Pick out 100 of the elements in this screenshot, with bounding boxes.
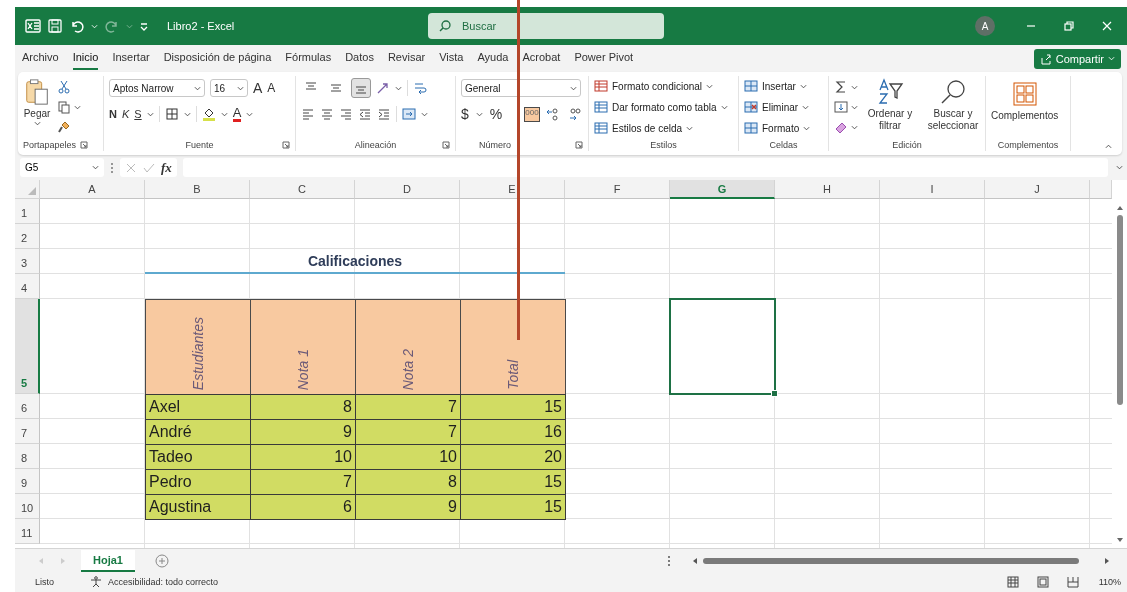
menu-tab[interactable]: Inicio: [72, 47, 99, 70]
spreadsheet-logo-icon[interactable]: [25, 18, 41, 34]
menu-tab[interactable]: Disposición de página: [163, 47, 272, 70]
more-options-icon[interactable]: [667, 554, 671, 567]
increase-indent-icon[interactable]: [377, 107, 391, 121]
normal-view-icon[interactable]: [1006, 576, 1019, 588]
underline-button[interactable]: S: [134, 108, 142, 120]
column-header[interactable]: D: [355, 180, 460, 199]
restore-icon[interactable]: [1063, 20, 1075, 32]
sheet-tab[interactable]: Hoja1: [81, 549, 135, 572]
column-header[interactable]: C: [250, 180, 355, 199]
accessibility-status[interactable]: Accesibilidad: todo correcto: [108, 577, 219, 587]
cells-menu-button[interactable]: Eliminar: [744, 99, 823, 115]
caret-icon[interactable]: [851, 124, 858, 130]
name-box[interactable]: G5: [20, 158, 104, 177]
decrease-indent-icon[interactable]: [358, 107, 372, 121]
dialog-launcher-icon[interactable]: [442, 141, 450, 149]
zoom-level[interactable]: 110%: [1098, 577, 1121, 587]
caret-icon[interactable]: [851, 84, 858, 90]
row-header[interactable]: 10: [15, 494, 40, 519]
scroll-up-icon[interactable]: [1115, 204, 1124, 212]
dialog-launcher-icon[interactable]: [575, 141, 583, 149]
accessibility-icon[interactable]: [90, 576, 102, 588]
row-header[interactable]: 2: [15, 224, 40, 249]
column-header[interactable]: F: [565, 180, 670, 199]
row-header[interactable]: 3: [15, 249, 40, 274]
save-icon[interactable]: [47, 18, 63, 34]
menu-tab[interactable]: Archivo: [22, 47, 59, 70]
copy-icon[interactable]: [57, 100, 71, 114]
column-header[interactable]: G: [670, 180, 775, 199]
paste-button[interactable]: Pegar: [23, 78, 51, 126]
fill-down-icon[interactable]: [834, 100, 848, 114]
wrap-text-icon[interactable]: [413, 81, 427, 95]
fill-color-icon[interactable]: [201, 107, 216, 121]
row-header[interactable]: 9: [15, 469, 40, 494]
borders-icon[interactable]: [164, 107, 179, 121]
collapse-ribbon-icon[interactable]: [1105, 144, 1112, 149]
undo-icon[interactable]: [69, 18, 85, 34]
font-name-dropdown[interactable]: Aptos Narrow: [109, 79, 205, 97]
caret-icon[interactable]: [395, 85, 402, 91]
add-ins-button[interactable]: Complementos: [991, 78, 1059, 121]
column-header[interactable]: E: [460, 180, 565, 199]
sort-filter-button[interactable]: Ordenar y filtrar: [864, 78, 916, 132]
column-header[interactable]: B: [145, 180, 250, 199]
horizontal-scrollbar[interactable]: [691, 556, 1111, 565]
caret-icon[interactable]: [74, 104, 81, 110]
worksheet-grid[interactable]: A B C D E F G H I J 1 2 3 4 5 6 7 8 9 10 11 Calificaciones Estudiantes Nota 1 Nota 2 Total Axel 8 7 15 André 9 7 16 Tadeo 10 10 20 Pedro 7 8 15 Agustina 6 9 15: [15, 180, 1112, 548]
search-field[interactable]: Buscar: [428, 13, 664, 39]
formula-input[interactable]: [182, 158, 1108, 177]
number-format-dropdown[interactable]: General: [461, 79, 581, 97]
close-icon[interactable]: [1101, 20, 1113, 32]
eraser-icon[interactable]: [834, 120, 848, 134]
menu-tab[interactable]: Insertar: [112, 47, 150, 70]
increase-decimal-icon[interactable]: [545, 107, 560, 121]
font-size-dropdown[interactable]: 16: [210, 79, 248, 97]
check-icon[interactable]: [143, 161, 155, 174]
font-color-button[interactable]: A: [232, 106, 242, 122]
styles-menu-button[interactable]: Formato condicional: [594, 78, 733, 94]
caret-icon[interactable]: [421, 111, 428, 117]
page-break-icon[interactable]: [1066, 576, 1079, 588]
bold-button[interactable]: N: [109, 108, 117, 120]
menu-tab[interactable]: Acrobat: [522, 47, 561, 70]
insert-function-button[interactable]: fx: [161, 159, 172, 176]
find-select-button[interactable]: Buscar y seleccionar: [922, 78, 984, 132]
scroll-down-icon[interactable]: [1115, 536, 1124, 544]
caret-icon[interactable]: [146, 111, 154, 117]
scroll-right-icon[interactable]: [1103, 556, 1111, 565]
menu-tab[interactable]: Revisar: [387, 47, 426, 70]
menu-tab[interactable]: Power Pivot: [574, 47, 634, 70]
customize-icon[interactable]: [139, 21, 149, 31]
row-header[interactable]: 1: [15, 199, 40, 224]
cells-menu-button[interactable]: Insertar: [744, 78, 823, 94]
merge-cells-icon[interactable]: [402, 107, 416, 121]
caret-icon[interactable]: [475, 111, 483, 117]
align-center-icon[interactable]: [320, 107, 334, 121]
vertical-align-icon[interactable]: [351, 78, 371, 98]
cells-menu-button[interactable]: Formato: [744, 120, 823, 136]
dialog-launcher-icon[interactable]: [282, 141, 290, 149]
row-header[interactable]: 7: [15, 419, 40, 444]
caret-icon[interactable]: [246, 111, 254, 117]
page-layout-icon[interactable]: [1036, 576, 1049, 588]
menu-tab[interactable]: Ayuda: [477, 47, 509, 70]
row-header[interactable]: 11: [15, 519, 40, 544]
format-painter-icon[interactable]: [57, 120, 71, 134]
row-header[interactable]: 8: [15, 444, 40, 469]
add-sheet-icon[interactable]: [154, 553, 169, 568]
scissors-icon[interactable]: [57, 80, 71, 94]
thousands-button[interactable]: 000: [524, 107, 540, 122]
caret-icon[interactable]: [183, 111, 191, 117]
column-header[interactable]: A: [40, 180, 145, 199]
styles-menu-button[interactable]: Estilos de celda: [594, 120, 733, 136]
column-header[interactable]: J: [985, 180, 1090, 199]
text-orientation-icon[interactable]: [376, 81, 390, 95]
dialog-launcher-icon[interactable]: [80, 141, 89, 149]
currency-button[interactable]: $: [461, 106, 469, 122]
menu-tab[interactable]: Fórmulas: [285, 47, 332, 70]
row-header[interactable]: 5: [15, 299, 40, 394]
share-button[interactable]: Compartir: [1033, 48, 1121, 69]
row-header[interactable]: 6: [15, 394, 40, 419]
row-header[interactable]: 4: [15, 274, 40, 299]
